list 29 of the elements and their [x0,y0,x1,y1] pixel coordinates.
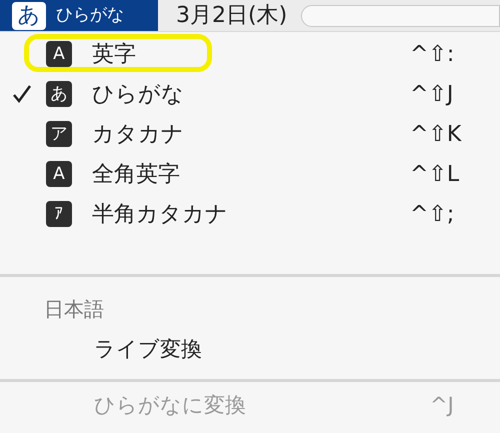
input-mode-icon: A [46,161,72,187]
input-mode-icon: ア [46,121,72,147]
shortcut-label: ^⇧K [410,120,462,148]
section-heading: 日本語 [43,296,105,323]
input-mode-label: ひらがな [56,4,124,27]
shortcut-label: ^⇧L [410,160,460,188]
shortcut-label: ^⇧J [410,80,454,108]
menu-item[interactable]: ア カタカナ ^⇧K [0,114,500,154]
menu-item-label: ひらがな [92,80,184,108]
menu-item-label: カタカナ [92,120,184,148]
menu-item-label: 半角カタカナ [92,200,228,228]
hiragana-icon: あ [12,2,46,30]
menu-item-label: 英字 [92,40,136,68]
input-mode-icon: あ [46,81,72,107]
menu-bar-date[interactable]: 3月2日(木) [176,0,288,32]
input-mode-icon: ｱ [46,201,72,227]
menu-item-label: 全角英字 [92,160,180,188]
shortcut-label: ^⇧; [410,200,456,228]
menu-item[interactable]: A 英字 ^⇧: [0,34,500,74]
shortcut-label: ^⇧: [410,40,456,68]
menu-item[interactable]: ライブ変換 [0,329,500,369]
input-mode-icon: A [46,41,72,67]
menu-item-label: ひらがなに変換 [94,392,246,420]
input-source-menu[interactable]: あ ひらがな [0,0,158,31]
menu-item[interactable]: ｱ 半角カタカナ ^⇧; [0,194,500,234]
menu-item[interactable]: あ ひらがな ^⇧J [0,74,500,114]
shortcut-label: ^J [430,392,455,420]
search-field[interactable] [301,4,500,26]
menu-item[interactable]: A 全角英字 ^⇧L [0,154,500,194]
